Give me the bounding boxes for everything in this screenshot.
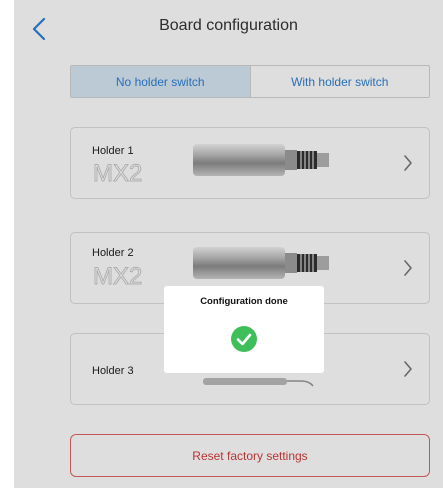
check-circle-icon [231,326,257,352]
modal-backdrop [14,0,443,488]
configuration-done-dialog: Configuration done [164,286,324,373]
dialog-message: Configuration done [200,296,288,307]
board-configuration-screen: Board configuration No holder switch Wit… [14,0,443,488]
